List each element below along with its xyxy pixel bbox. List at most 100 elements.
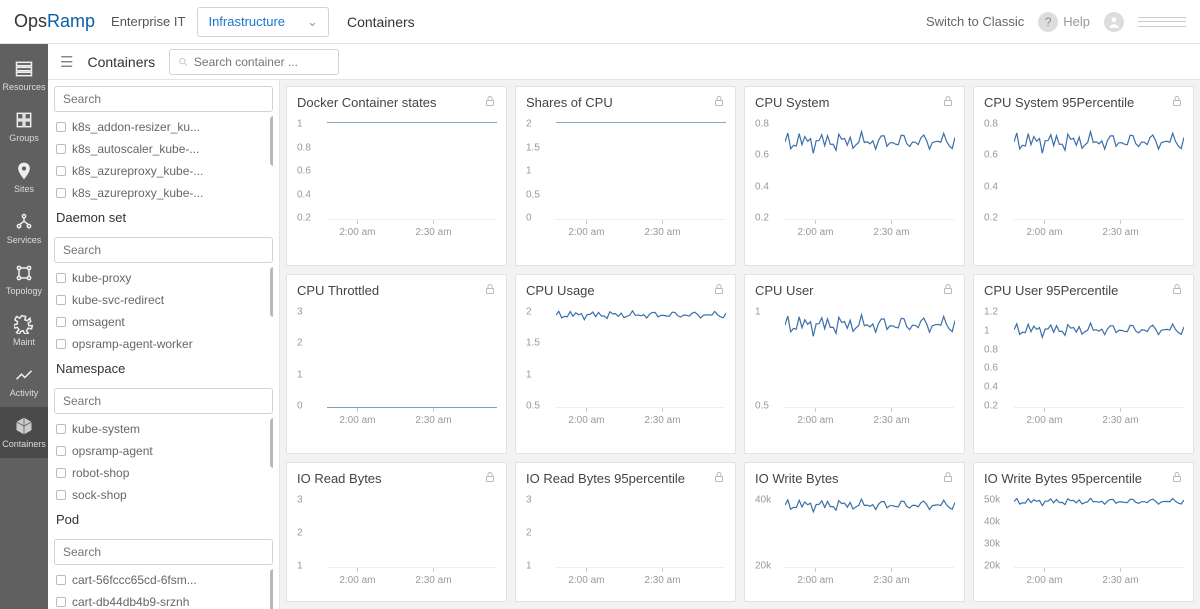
rail-item-containers[interactable]: Containers	[0, 407, 48, 458]
filter-item[interactable]: sock-shop	[54, 484, 273, 506]
hamburger-icon[interactable]: ☰	[60, 53, 73, 71]
checkbox-icon	[56, 188, 66, 198]
rail-item-groups[interactable]: Groups	[0, 101, 48, 152]
container-search[interactable]	[169, 49, 339, 75]
filter-item[interactable]: robot-shop	[54, 462, 273, 484]
filter-item[interactable]: k8s_addon-resizer_ku...	[54, 116, 273, 138]
lock-icon	[713, 471, 725, 486]
y-tick-label: 0.4	[755, 181, 769, 192]
filter-item-label: k8s_azureproxy_kube-...	[72, 186, 203, 200]
user-menu-lines[interactable]	[1138, 17, 1186, 27]
scrollbar-thumb[interactable]	[270, 116, 273, 166]
rail-item-topology[interactable]: Topology	[0, 254, 48, 305]
filter-item[interactable]: omsagent	[54, 311, 273, 333]
rail-item-services[interactable]: Services	[0, 203, 48, 254]
y-tick-label: 40k	[755, 495, 771, 506]
x-tick-label: 2:30 am	[644, 575, 680, 586]
filter-item[interactable]: k8s_azureproxy_kube-...	[54, 160, 273, 182]
filter-search-input[interactable]	[63, 545, 264, 559]
filter-title: Pod	[54, 506, 273, 533]
y-tick-label: 1.5	[526, 142, 540, 153]
filter-item-label: opsramp-agent	[72, 444, 153, 458]
filter-search-input[interactable]	[63, 394, 264, 408]
y-tick-label: 30k	[984, 539, 1000, 550]
scrollbar-thumb[interactable]	[270, 267, 273, 317]
filter-search-daemon-set[interactable]	[54, 237, 273, 263]
x-tick-label: 2:00 am	[339, 227, 375, 238]
lock-icon	[484, 283, 496, 298]
nav-dropdown[interactable]: Infrastructure ⌄	[197, 7, 329, 37]
x-tick-label: 2:00 am	[339, 575, 375, 586]
topbar: OpsRamp Enterprise IT Infrastructure ⌄ C…	[0, 0, 1200, 44]
user-avatar-icon[interactable]	[1104, 12, 1124, 32]
filter-search-container-name[interactable]	[54, 86, 273, 112]
x-tick-label: 2:30 am	[873, 575, 909, 586]
y-tick-label: 1	[984, 325, 990, 336]
lock-icon	[713, 95, 725, 110]
filter-item[interactable]: kube-system	[54, 418, 273, 440]
checkbox-icon	[56, 317, 66, 327]
switch-classic-link[interactable]: Switch to Classic	[926, 14, 1024, 29]
y-tick-label: 20k	[755, 561, 771, 572]
x-tick-label: 2:00 am	[797, 575, 833, 586]
rail-item-maint[interactable]: Maint	[0, 305, 48, 356]
filter-item-label: kube-proxy	[72, 271, 131, 285]
checkbox-icon	[56, 575, 66, 585]
scrollbar-thumb[interactable]	[270, 569, 273, 609]
chart-card: IO Write Bytes 95percentile50k40k30k20k2…	[973, 462, 1194, 602]
filter-item[interactable]: cart-db44db4b9-srznh	[54, 591, 273, 609]
y-tick-label: 0.4	[984, 382, 998, 393]
container-search-input[interactable]	[194, 55, 330, 69]
filter-item[interactable]: kube-svc-redirect	[54, 289, 273, 311]
rail-item-activity[interactable]: Activity	[0, 356, 48, 407]
y-tick-label: 0.5	[526, 401, 540, 412]
filter-item[interactable]: kube-proxy	[54, 267, 273, 289]
checkbox-icon	[56, 122, 66, 132]
filter-search-input[interactable]	[63, 243, 264, 257]
x-tick-label: 2:30 am	[873, 227, 909, 238]
breadcrumb: Containers	[347, 14, 415, 30]
x-tick-label: 2:00 am	[339, 415, 375, 426]
filter-search-namespace[interactable]	[54, 388, 273, 414]
lock-icon	[942, 471, 954, 486]
filter-list: kube-proxy kube-svc-redirect omsagent opsra…	[54, 267, 273, 355]
rail-label: Maint	[13, 337, 35, 347]
chart-card: IO Read Bytes3212:00 am2:30 am	[286, 462, 507, 602]
y-tick-label: 1.2	[984, 307, 998, 318]
filter-item[interactable]: k8s_autoscaler_kube-...	[54, 138, 273, 160]
checkbox-icon	[56, 166, 66, 176]
filter-list: k8s_addon-resizer_ku...k8s_autoscaler_ku…	[54, 116, 273, 204]
checkbox-icon	[56, 273, 66, 283]
y-tick-label: 0.6	[297, 166, 311, 177]
filter-search-pod[interactable]	[54, 539, 273, 565]
lock-icon	[484, 95, 496, 110]
checkbox-icon	[56, 490, 66, 500]
chart-grid: Docker Container states10.80.60.40.22:00…	[286, 86, 1194, 602]
y-tick-label: 1	[526, 561, 532, 572]
enterprise-label[interactable]: Enterprise IT	[111, 14, 185, 29]
filter-item[interactable]: k8s_azureproxy_kube-...	[54, 182, 273, 204]
filter-item-label: kube-svc-redirect	[72, 293, 164, 307]
chart-title: IO Read Bytes 95percentile	[526, 471, 685, 486]
left-icon-rail: ResourcesGroupsSitesServices Topology Main…	[0, 44, 48, 609]
filter-item[interactable]: cart-56fccc65cd-6fsm...	[54, 569, 273, 591]
filter-item-label: kube-system	[72, 422, 140, 436]
y-tick-label: 1	[297, 369, 303, 380]
y-tick-label: 2	[526, 119, 532, 130]
scrollbar-thumb[interactable]	[270, 418, 273, 468]
filter-item-label: sock-shop	[72, 488, 127, 502]
y-tick-label: 3	[526, 495, 532, 506]
filter-search-input[interactable]	[63, 92, 264, 106]
filter-item-label: opsramp-agent-worker	[72, 337, 193, 351]
rail-item-resources[interactable]: Resources	[0, 50, 48, 101]
rail-item-sites[interactable]: Sites	[0, 152, 48, 203]
x-tick-label: 2:00 am	[1026, 575, 1062, 586]
y-tick-label: 0.4	[297, 189, 311, 200]
filter-item[interactable]: opsramp-agent	[54, 440, 273, 462]
filter-item[interactable]: opsramp-agent-worker	[54, 333, 273, 355]
help-link[interactable]: ? Help	[1038, 12, 1090, 32]
subheader: ☰ Containers	[48, 44, 1200, 80]
rail-label: Topology	[6, 286, 42, 296]
chart-title: CPU Throttled	[297, 283, 379, 298]
y-tick-label: 1	[297, 561, 303, 572]
